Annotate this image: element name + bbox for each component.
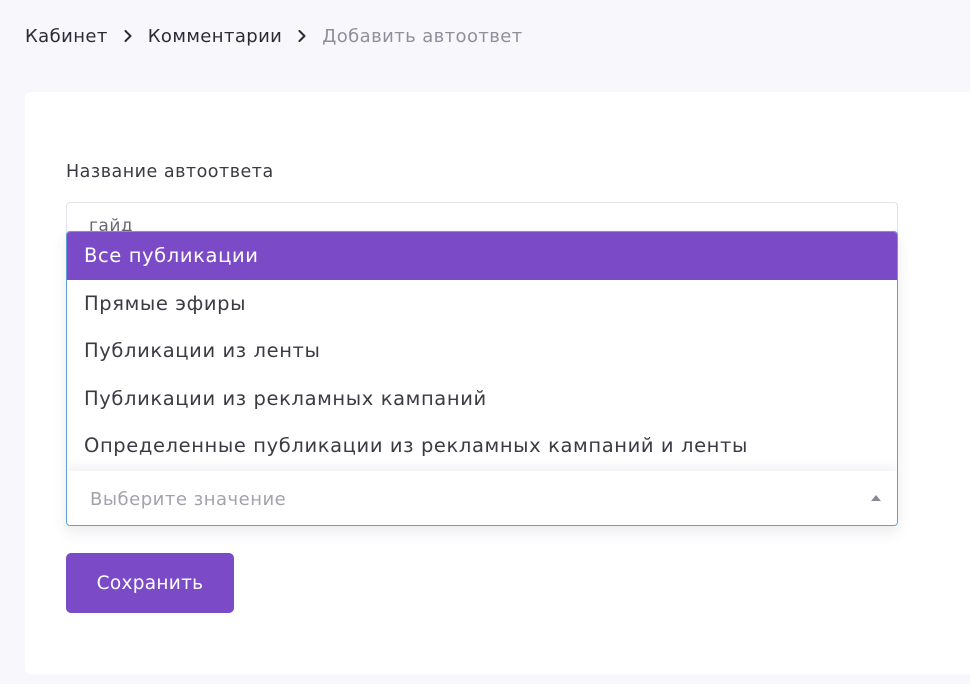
select-option-live-streams[interactable]: Прямые эфиры (67, 280, 897, 328)
breadcrumb-item-comments[interactable]: Комментарии (148, 26, 283, 47)
select-option-feed-publications[interactable]: Публикации из ленты (67, 327, 897, 375)
select-input[interactable]: Выберите значение (67, 471, 897, 525)
page: Кабинет Комментарии Добавить автоответ Н… (0, 0, 970, 684)
breadcrumb-current: Добавить автоответ (322, 25, 523, 47)
select-option-all-publications[interactable]: Все публикации (67, 232, 897, 280)
caret-up-icon[interactable] (871, 495, 881, 501)
name-field-label: Название автоответа (66, 162, 274, 182)
select-option-specific-publications[interactable]: Определенные публикации из рекламных кам… (67, 422, 897, 470)
breadcrumb: Кабинет Комментарии Добавить автоответ (25, 24, 523, 48)
chevron-right-icon (108, 24, 148, 48)
breadcrumb-item-cabinet[interactable]: Кабинет (25, 26, 108, 47)
select-option-ad-campaign-publications[interactable]: Публикации из рекламных кампаний (67, 375, 897, 423)
select-dropdown-list: Все публикации Прямые эфиры Публикации и… (67, 232, 897, 470)
select-placeholder: Выберите значение (90, 488, 287, 510)
chevron-right-icon (282, 24, 322, 48)
publication-type-select[interactable]: Все публикации Прямые эфиры Публикации и… (66, 231, 898, 526)
save-button[interactable]: Сохранить (66, 553, 234, 613)
